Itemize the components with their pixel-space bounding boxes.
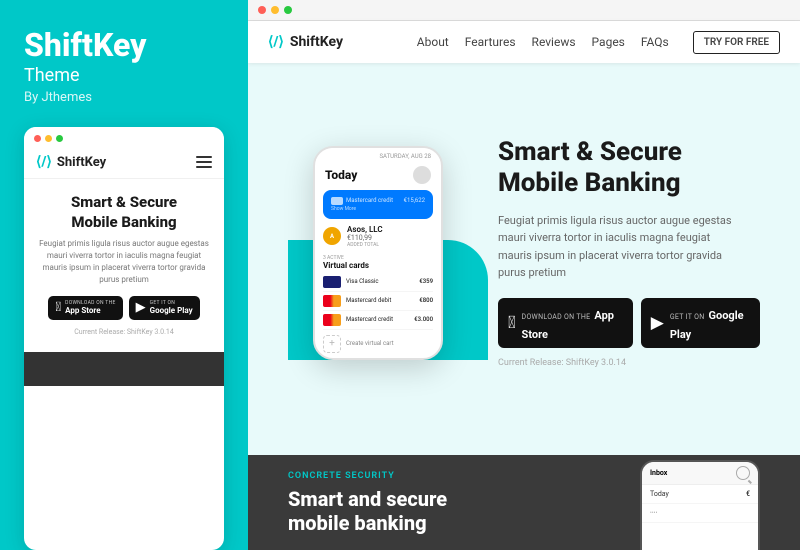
merchant-logo: A xyxy=(323,227,341,245)
dot-yellow xyxy=(45,135,52,142)
browser-dot-yellow xyxy=(271,6,279,14)
virtual-card-row-1: Visa Classic €359 xyxy=(323,273,433,292)
phone-virtual-cards: Visa Classic €359 Mastercard debit €800 xyxy=(323,273,433,330)
merchant-info: Asos, LLC €110,99 ADDED TOTAL xyxy=(347,225,433,248)
vc-left-2: Mastercard debit xyxy=(323,295,391,307)
nav-about[interactable]: About xyxy=(417,35,449,49)
hero-app-store-btn[interactable]:  Download on the App Store xyxy=(498,298,633,348)
preview-dark-section xyxy=(24,352,224,386)
virtual-card-row-3: Mastercard credit €3.000 xyxy=(323,311,433,330)
site-bottom-section: CONCRETE SECURITY Smart and secure mobil… xyxy=(248,455,800,550)
preview-heading: Smart & Secure Mobile Banking xyxy=(38,193,210,232)
bp-row-2: ···· xyxy=(642,504,758,523)
preview-logo-text: ShiftKey xyxy=(57,155,106,170)
hero-app-store-text: Download on the App Store xyxy=(522,304,623,342)
right-panel: ⟨/⟩ ShiftKey About Feartures Reviews Pag… xyxy=(248,0,800,550)
preview-nav: ⟨/⟩ ShiftKey xyxy=(24,148,224,179)
app-store-text-preview: Download on the App Store xyxy=(65,300,115,316)
hero-release: Current Release: ShiftKey 3.0.14 xyxy=(498,358,760,368)
browser-dot-green xyxy=(284,6,292,14)
site-logo-icon: ⟨/⟩ xyxy=(268,34,284,50)
app-store-btn-preview[interactable]:  Download on the App Store xyxy=(48,296,122,320)
phone-mockup: SATURDAY, AUG 28 Today Mastercard credit… xyxy=(313,146,443,360)
nav-features[interactable]: Feartures xyxy=(465,35,516,49)
bp-row-1: Today € xyxy=(642,485,758,504)
dot-green xyxy=(56,135,63,142)
site-hero: SATURDAY, AUG 28 Today Mastercard credit… xyxy=(248,63,800,442)
phone-section: 3 ACTIVE Virtual cards xyxy=(323,252,433,270)
preview-logo: ⟨/⟩ ShiftKey xyxy=(36,154,106,170)
try-for-free-button[interactable]: TRY FOR FREE xyxy=(693,31,780,54)
bottom-phone-preview: Inbox Today € ···· xyxy=(640,460,760,550)
store-buttons-preview:  Download on the App Store ▶ GET IT ON … xyxy=(38,296,210,320)
mc-logo-2 xyxy=(323,314,341,326)
preview-body: Feugiat primis ligula risus auctor augue… xyxy=(38,238,210,286)
preview-release: Current Release: ShiftKey 3.0.14 xyxy=(38,328,210,336)
preview-logo-icon: ⟨/⟩ xyxy=(36,154,52,170)
phone-merchant: A Asos, LLC €110,99 ADDED TOTAL xyxy=(323,225,433,248)
hero-heading: Smart & Secure Mobile Banking xyxy=(498,137,760,199)
brand-subtitle: Theme xyxy=(24,65,224,86)
hero-apple-icon:  xyxy=(508,313,516,333)
google-play-text-preview: GET IT ON Google Play xyxy=(150,300,193,316)
hamburger-icon xyxy=(196,156,212,168)
preview-card: ⟨/⟩ ShiftKey Smart & Secure Mobile Banki… xyxy=(24,127,224,550)
phone-status-bar: SATURDAY, AUG 28 xyxy=(315,148,441,162)
browser-chrome xyxy=(248,0,800,21)
left-panel: ShiftKey Theme By Jthemes ⟨/⟩ ShiftKey S… xyxy=(0,0,248,550)
preview-card-dots xyxy=(24,127,224,148)
browser-dot-red xyxy=(258,6,266,14)
hero-google-play-icon: ▶ xyxy=(651,313,664,333)
site-logo: ⟨/⟩ ShiftKey xyxy=(268,34,343,50)
hero-body: Feugiat primis ligula risus auctor augue… xyxy=(498,212,738,282)
preview-content: Smart & Secure Mobile Banking Feugiat pr… xyxy=(24,179,224,346)
nav-links: About Feartures Reviews Pages FAQs TRY F… xyxy=(417,31,780,54)
site-nav: ⟨/⟩ ShiftKey About Feartures Reviews Pag… xyxy=(248,21,800,63)
phone-header: Today xyxy=(315,162,441,190)
brand-by: By Jthemes xyxy=(24,90,224,105)
phone-card-label: Mastercard credit €15,622 xyxy=(331,197,425,205)
visa-logo xyxy=(323,276,341,288)
nav-pages[interactable]: Pages xyxy=(592,35,625,49)
card-logo xyxy=(331,197,343,205)
hero-google-play-btn[interactable]: ▶ GET IT ON Google Play xyxy=(641,298,760,348)
phone-avatar xyxy=(413,166,431,184)
mc-logo-1 xyxy=(323,295,341,307)
google-play-btn-preview[interactable]: ▶ GET IT ON Google Play xyxy=(129,296,200,320)
dot-red xyxy=(34,135,41,142)
phone-create-row: + Create virtual cart xyxy=(315,330,441,358)
bp-search-icon xyxy=(736,466,750,480)
hero-phone-area: SATURDAY, AUG 28 Today Mastercard credit… xyxy=(288,146,468,360)
phone-card-show: Show More xyxy=(331,206,425,212)
hero-text-area: Smart & Secure Mobile Banking Feugiat pr… xyxy=(498,137,760,368)
site-logo-text: ShiftKey xyxy=(290,34,343,50)
virtual-card-row-2: Mastercard debit €800 xyxy=(323,292,433,311)
google-play-icon-preview: ▶ xyxy=(136,300,146,315)
browser-window: ⟨/⟩ ShiftKey About Feartures Reviews Pag… xyxy=(248,0,800,455)
nav-faqs[interactable]: FAQs xyxy=(641,35,669,49)
brand-title: ShiftKey xyxy=(24,28,224,63)
vc-left-1: Visa Classic xyxy=(323,276,379,288)
nav-reviews[interactable]: Reviews xyxy=(532,35,576,49)
bp-header: Inbox xyxy=(642,462,758,485)
create-icon: + xyxy=(323,335,341,353)
phone-card: Mastercard credit €15,622 Show More xyxy=(323,190,433,219)
hero-store-buttons:  Download on the App Store ▶ GET IT ON … xyxy=(498,298,760,348)
apple-icon-preview:  xyxy=(55,300,61,315)
hero-google-play-text: GET IT ON Google Play xyxy=(670,304,750,342)
vc-left-3: Mastercard credit xyxy=(323,314,393,326)
